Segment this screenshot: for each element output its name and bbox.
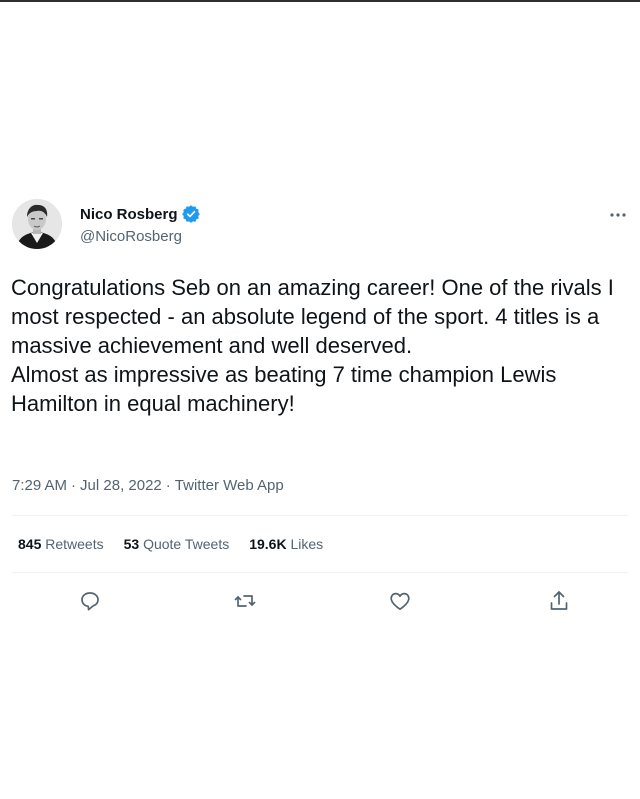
quote-label: Quote Tweets xyxy=(143,536,230,552)
retweets-count: 845 xyxy=(18,536,42,552)
quote-tweets-stat[interactable]: 53 Quote Tweets xyxy=(124,536,230,552)
reply-icon[interactable] xyxy=(78,589,102,613)
tweet-actions xyxy=(0,589,640,615)
retweets-stat[interactable]: 845 Retweets xyxy=(18,536,104,552)
meta-separator: · xyxy=(71,477,77,494)
verified-badge-icon xyxy=(181,205,200,223)
author-avatar[interactable] xyxy=(12,199,62,249)
tweet-stats: 845 Retweets 53 Quote Tweets 19.6K Likes xyxy=(18,536,323,552)
likes-label: Likes xyxy=(290,536,324,552)
likes-stat[interactable]: 19.6K Likes xyxy=(249,536,323,552)
tweet-meta: 7:29 AM · Jul 28, 2022 · Twitter Web App xyxy=(12,477,284,494)
author-name-row: Nico Rosberg xyxy=(80,205,200,223)
divider xyxy=(12,515,628,516)
author-display-name[interactable]: Nico Rosberg xyxy=(80,206,178,223)
retweet-icon[interactable] xyxy=(233,589,257,613)
tweet-time[interactable]: 7:29 AM xyxy=(12,477,67,494)
tweet-date[interactable]: Jul 28, 2022 xyxy=(80,477,162,494)
tweet-text: Congratulations Seb on an amazing career… xyxy=(11,273,631,418)
tweet-text-line: Congratulations Seb on an amazing career… xyxy=(11,275,614,358)
likes-count: 19.6K xyxy=(249,536,287,552)
divider xyxy=(12,572,628,573)
retweets-label: Retweets xyxy=(45,536,104,552)
author-handle[interactable]: @NicoRosberg xyxy=(80,228,182,245)
tweet-text-line: Almost as impressive as beating 7 time c… xyxy=(11,362,557,416)
quote-count: 53 xyxy=(123,536,140,552)
tweet-card: Nico Rosberg @NicoRosberg Congratulation… xyxy=(0,0,640,799)
more-options-icon[interactable] xyxy=(607,207,629,223)
person-avatar-icon xyxy=(12,199,62,249)
share-icon[interactable] xyxy=(547,589,571,613)
tweet-source[interactable]: Twitter Web App xyxy=(175,477,284,494)
meta-separator: · xyxy=(165,477,171,494)
heart-icon[interactable] xyxy=(388,589,412,613)
